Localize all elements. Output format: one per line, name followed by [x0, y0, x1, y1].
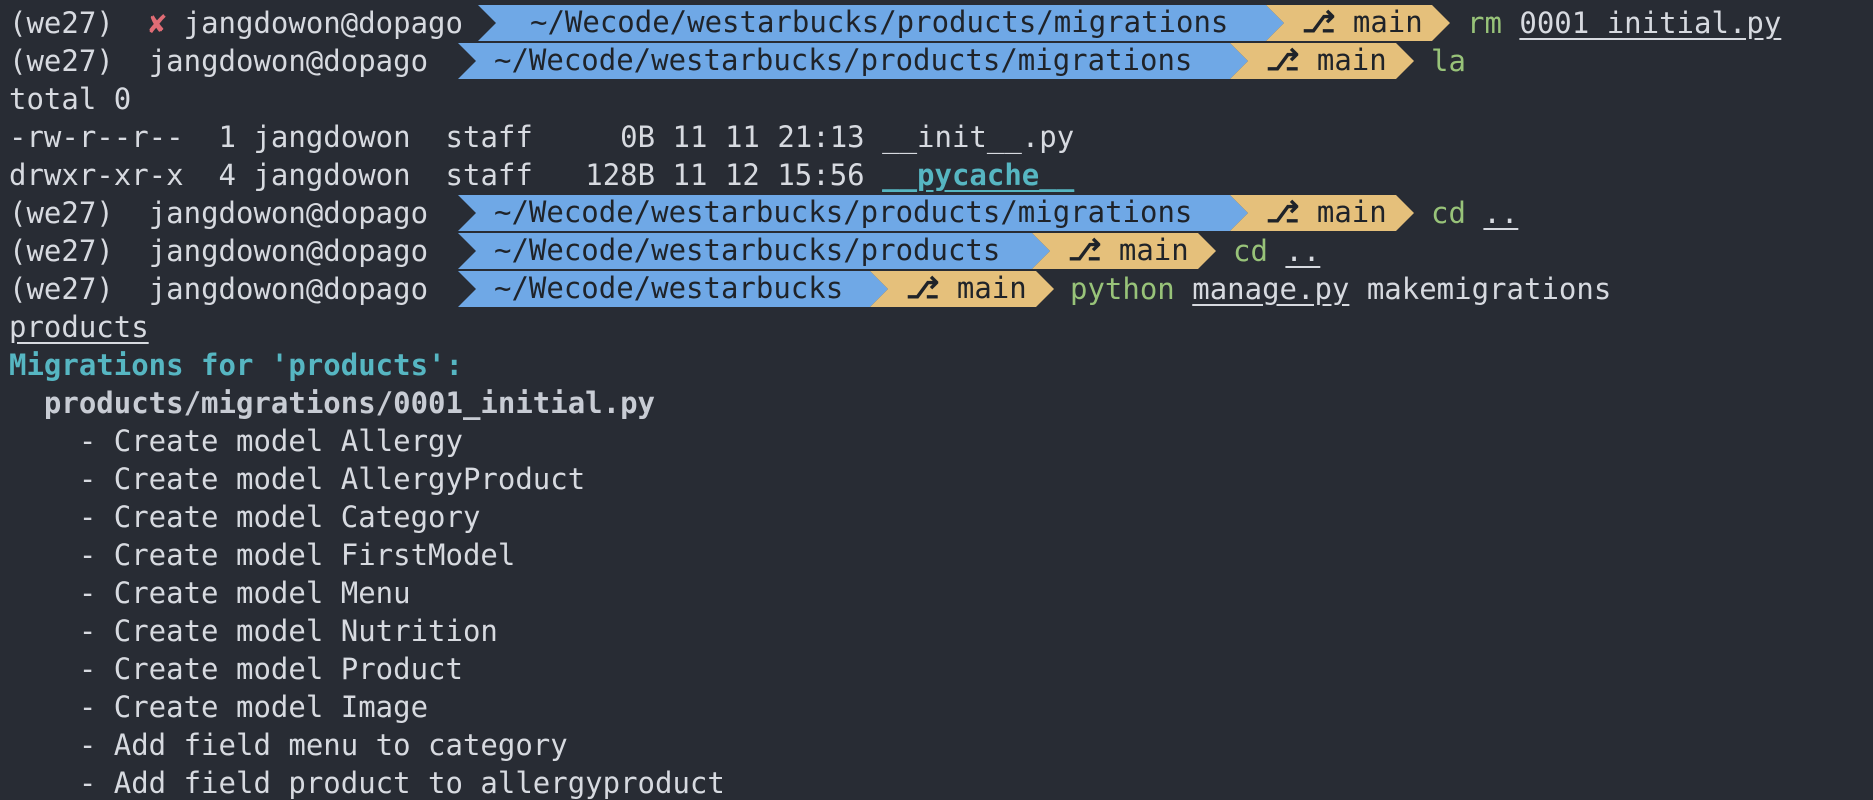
- migration-file: products/migrations/0001_initial.py: [43, 386, 656, 420]
- git-branch-icon: ⎇: [906, 271, 940, 305]
- command-arg: manage.py: [1192, 272, 1350, 306]
- command-line[interactable]: python manage.py makemigrations: [1070, 270, 1611, 308]
- operation-line: - Add field product to allergyproduct: [78, 766, 725, 800]
- command: python: [1070, 272, 1175, 306]
- operation-line: - Create model Category: [78, 500, 481, 534]
- path-segment: ~/Wecode/westarbucks: [494, 270, 843, 306]
- operation-line: - Create model Image: [78, 690, 429, 724]
- command-arg: makemigrations: [1366, 272, 1612, 306]
- operation-line: - Create model AllergyProduct: [78, 462, 586, 496]
- branch-name: main: [956, 271, 1027, 305]
- git-segment: ⎇ main: [906, 270, 1027, 306]
- terminal-window[interactable]: (we27) ✘ jangdowon@dopago ~/Wecode/westa…: [0, 0, 1873, 800]
- operation-line: - Create model Menu: [78, 576, 411, 610]
- operation-line: - Create model Allergy: [78, 424, 463, 458]
- operation-line: - Add field menu to category: [78, 728, 568, 762]
- operation-line: - Create model Nutrition: [78, 614, 498, 648]
- operation-line: - Create model FirstModel: [78, 538, 516, 572]
- operation-line: - Create model Product: [78, 652, 463, 686]
- current-path: ~/Wecode/westarbucks: [494, 271, 844, 305]
- migrations-heading: Migrations for 'products':: [9, 348, 463, 382]
- app-arg-line: products: [9, 310, 149, 344]
